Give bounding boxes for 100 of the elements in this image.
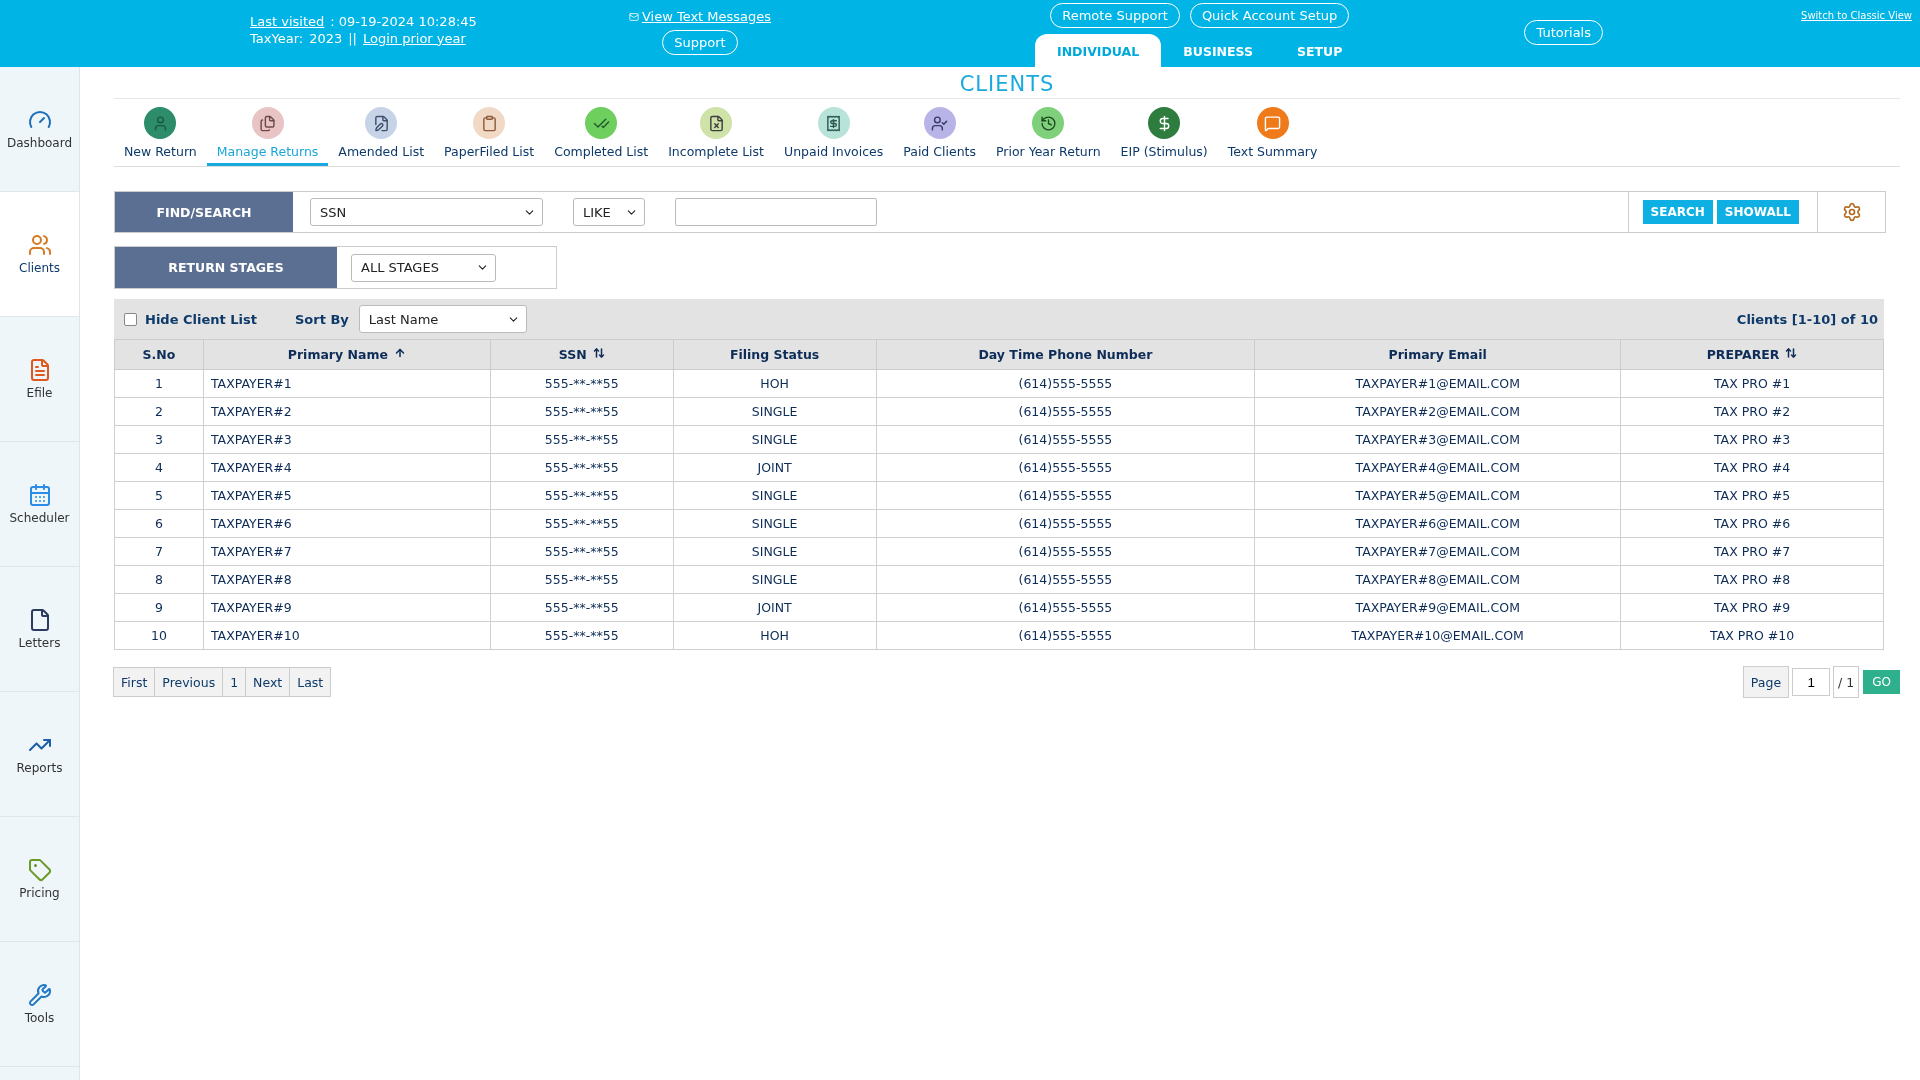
table-cell: HOH [673, 369, 877, 398]
table-cell: TAXPAYER#10 [203, 621, 491, 650]
toolbar-item[interactable]: PaperFiled List [434, 107, 545, 166]
hide-client-list-label: Hide Client List [145, 311, 257, 327]
pagination-button[interactable]: Previous [154, 667, 224, 697]
column-header[interactable]: Primary Name [203, 339, 491, 370]
table-cell: TAX PRO #5 [1620, 481, 1884, 510]
table-cell: TAXPAYER#1 [203, 369, 491, 398]
toolbar-item[interactable]: Unpaid Invoices [774, 107, 894, 166]
table-cell: TAXPAYER#9@EMAIL.COM [1254, 593, 1621, 622]
sidebar-item[interactable]: Clients [0, 192, 79, 317]
table-cell: 10 [114, 621, 204, 650]
table-cell: TAXPAYER#5 [203, 481, 491, 510]
page-label: Page [1742, 666, 1790, 698]
table-cell: (614)555-5555 [876, 453, 1255, 482]
page-input[interactable]: 1 [1792, 668, 1831, 696]
table-cell: 555-**-**55 [490, 509, 674, 538]
table-cell: TAXPAYER#1@EMAIL.COM [1254, 369, 1621, 398]
table-cell: TAXPAYER#9 [203, 593, 491, 622]
column-header[interactable]: PREPARER [1620, 339, 1884, 370]
tax-year-value: 2023 [309, 30, 343, 46]
table-cell: (614)555-5555 [876, 565, 1255, 594]
table-cell: 4 [114, 453, 204, 482]
sort-by-label: Sort By [294, 311, 349, 327]
table-cell: 555-**-**55 [490, 425, 674, 454]
table-cell: (614)555-5555 [876, 509, 1255, 538]
operator-select[interactable]: LIKE [573, 198, 645, 226]
table-cell: TAX PRO #10 [1620, 621, 1884, 650]
pagination-button[interactable]: Last [289, 667, 332, 697]
toolbar-item[interactable]: Completed List [544, 107, 659, 166]
table-cell: TAXPAYER#8 [203, 565, 491, 594]
table-cell: TAX PRO #6 [1620, 509, 1884, 538]
page-title: CLIENTS [114, 67, 1900, 99]
table-cell: 555-**-**55 [490, 565, 674, 594]
column-header: Primary Email [1254, 339, 1621, 370]
column-header[interactable]: SSN [490, 339, 674, 370]
table-cell: 555-**-**55 [490, 593, 674, 622]
sort-icon[interactable] [592, 347, 605, 359]
hide-client-list-checkbox[interactable] [124, 312, 137, 326]
table-cell: 5 [114, 481, 204, 510]
table-cell: TAX PRO #1 [1620, 369, 1884, 398]
sort-ascending-icon[interactable] [393, 347, 406, 359]
mail-icon [628, 11, 639, 22]
toolbar-item[interactable]: Amended List [328, 107, 435, 166]
client-count: Clients [1-10] of 10 [1736, 311, 1878, 327]
sort-by-select[interactable]: Last Name [358, 305, 527, 333]
column-header: Filing Status [673, 339, 877, 370]
table-cell: 555-**-**55 [490, 453, 674, 482]
table-cell: 555-**-**55 [490, 621, 674, 650]
column-header: Day Time Phone Number [876, 339, 1255, 370]
toolbar-item[interactable]: Prior Year Return [985, 107, 1111, 166]
separator: || [348, 30, 357, 46]
pagination-button[interactable]: First [113, 667, 156, 697]
table-cell: TAX PRO #7 [1620, 537, 1884, 566]
table-cell: (614)555-5555 [876, 397, 1255, 426]
sort-icon[interactable] [1785, 347, 1798, 359]
table-cell: TAXPAYER#3 [203, 425, 491, 454]
table-cell: TAXPAYER#2@EMAIL.COM [1254, 397, 1621, 426]
return-stages-label: RETURN STAGES [115, 247, 337, 288]
table-cell: TAXPAYER#4 [203, 453, 491, 482]
table-cell: JOINT [673, 453, 877, 482]
table-cell: 8 [114, 565, 204, 594]
pagination-button[interactable]: Next [245, 667, 291, 697]
table-cell: SINGLE [673, 425, 877, 454]
table-cell: TAXPAYER#8@EMAIL.COM [1254, 565, 1621, 594]
toolbar-item[interactable]: EIP (Stimulus) [1110, 107, 1218, 166]
toolbar-item[interactable]: Paid Clients [893, 107, 986, 166]
table-cell: TAXPAYER#6@EMAIL.COM [1254, 509, 1621, 538]
table-cell: SINGLE [673, 397, 877, 426]
table-cell: (614)555-5555 [876, 481, 1255, 510]
table-cell: TAXPAYER#2 [203, 397, 491, 426]
table-cell: 7 [114, 537, 204, 566]
find-search-label: FIND/SEARCH [115, 192, 293, 232]
toolbar-item[interactable]: Text Summary [1217, 107, 1328, 166]
pagination-button[interactable]: 1 [222, 667, 247, 697]
table-cell: TAXPAYER#7 [203, 537, 491, 566]
table-cell: (614)555-5555 [876, 537, 1255, 566]
field-select[interactable]: SSN [310, 198, 543, 226]
toolbar-item[interactable]: Incomplete List [658, 107, 774, 166]
table-cell: SINGLE [673, 509, 877, 538]
table-cell: (614)555-5555 [876, 369, 1255, 398]
table-cell: 2 [114, 397, 204, 426]
search-field[interactable] [675, 198, 877, 226]
table-cell: TAXPAYER#7@EMAIL.COM [1254, 537, 1621, 566]
table-cell: TAXPAYER#6 [203, 509, 491, 538]
table-cell: TAX PRO #8 [1620, 565, 1884, 594]
table-cell: 9 [114, 593, 204, 622]
toolbar-item[interactable]: New Return [114, 107, 207, 166]
table-cell: TAXPAYER#5@EMAIL.COM [1254, 481, 1621, 510]
table-cell: SINGLE [673, 565, 877, 594]
table-cell: JOINT [673, 593, 877, 622]
table-cell: 1 [114, 369, 204, 398]
last-visited-value: : 09-19-2024 10:28:45 [330, 13, 477, 29]
stages-select[interactable]: ALL STAGES [351, 253, 496, 282]
table-cell: 555-**-**55 [490, 397, 674, 426]
table-cell: TAX PRO #2 [1620, 397, 1884, 426]
table-cell: TAXPAYER#3@EMAIL.COM [1254, 425, 1621, 454]
table-cell: 3 [114, 425, 204, 454]
settings-icon[interactable] [1841, 202, 1862, 222]
table-cell: SINGLE [673, 537, 877, 566]
